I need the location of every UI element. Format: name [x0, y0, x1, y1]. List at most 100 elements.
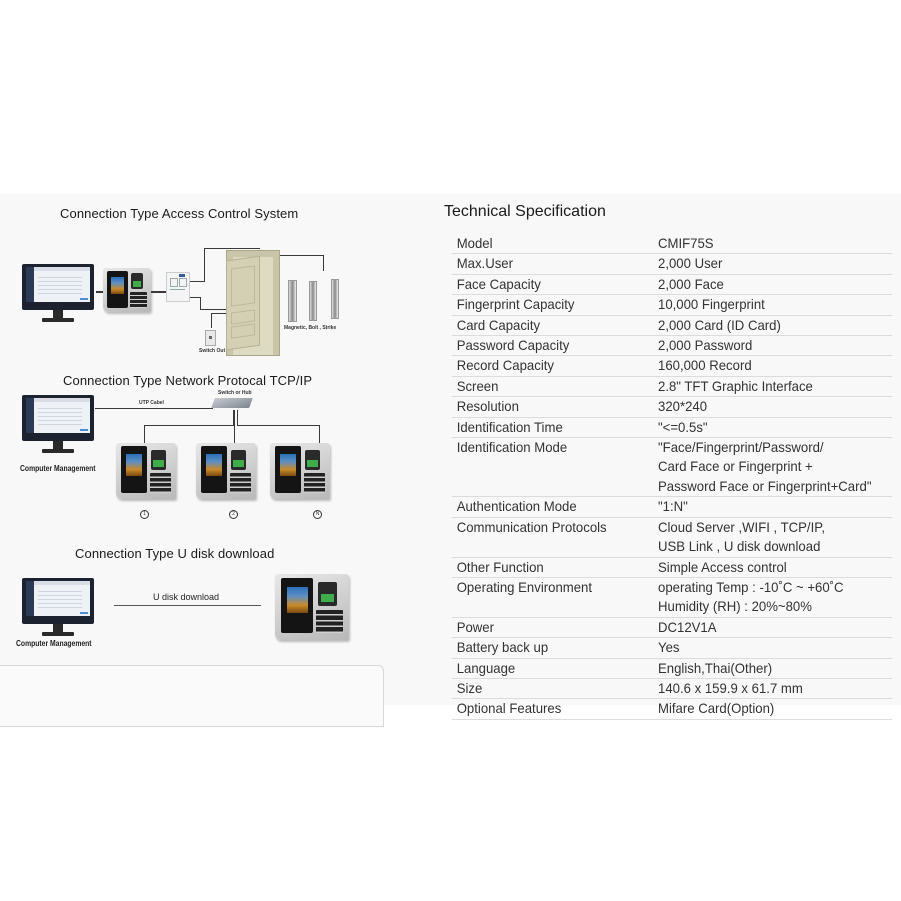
udisk-title: Connection Type U disk download — [75, 546, 275, 561]
spec-value: Yes — [658, 638, 878, 657]
spec-label: Power — [456, 618, 495, 635]
spec-label: Other Function — [456, 558, 544, 575]
terminal-device-icon — [275, 574, 349, 640]
computer-management-label: Computer Management — [20, 464, 96, 473]
spec-value-line: 160,000 Record — [658, 357, 752, 374]
wire — [278, 255, 323, 256]
spec-value: "<=0.5s" — [658, 418, 878, 437]
spec-row: Optional Features Mifare Card(Option) — [452, 699, 892, 720]
spec-label: Face Capacity — [456, 275, 541, 292]
spec-label: Battery back up — [456, 639, 549, 656]
magnetic-lock-icon — [288, 280, 297, 322]
spec-row: Identification Mode "Face/Fingerprint/Pas… — [452, 438, 892, 498]
spec-value: "1:N" — [658, 497, 878, 516]
terminal-device-icon — [196, 443, 256, 499]
spec-row: Power DC12V1A — [452, 618, 892, 639]
wire — [190, 297, 200, 298]
spec-label: Communication Protocols — [456, 518, 607, 535]
wire — [190, 281, 205, 282]
spec-row: Fingerprint Capacity 10,000 Fingerprint — [452, 295, 892, 316]
spec-value-line: "Face/Fingerprint/Password/ — [658, 439, 824, 456]
spec-row: Language English,Thai(Other) — [452, 659, 892, 679]
empty-panel — [0, 665, 384, 727]
spec-value: 140.6 x 159.9 x 61.7 mm — [658, 679, 878, 698]
terminal-device-icon — [103, 268, 151, 312]
strike-lock-icon — [331, 279, 339, 319]
spec-value-line: Password Face or Fingerprint+Card" — [658, 477, 872, 494]
spec-value: Mifare Card(Option) — [658, 699, 878, 718]
spec-value: DC12V1A — [658, 618, 878, 637]
spec-value-line: operating Temp : -10˚C ~ +60˚C — [658, 578, 844, 595]
spec-title: Technical Specification — [444, 203, 606, 220]
spec-value-line: Card Face or Fingerprint + — [658, 458, 813, 475]
udisk-link-label: U disk download — [153, 592, 220, 602]
spec-value-line: "<=0.5s" — [658, 418, 708, 435]
spec-label: Fingerprint Capacity — [456, 296, 575, 313]
spec-value-line: "1:N" — [658, 498, 688, 515]
spec-label: Operating Environment — [456, 578, 593, 595]
spec-label: Size — [456, 679, 483, 696]
spec-label: Resolution — [456, 398, 519, 415]
spec-value: 2,000 Password — [658, 336, 878, 355]
spec-row: Face Capacity 2,000 Face — [452, 275, 892, 296]
computer-monitor-icon — [22, 395, 94, 457]
access-control-title: Connection Type Access Control System — [60, 206, 299, 221]
spec-row: Other Function Simple Access control — [452, 558, 892, 578]
spec-value-line: 140.6 x 159.9 x 61.7 mm — [658, 679, 803, 696]
device-marker: 1 — [140, 510, 149, 519]
spec-value: English,Thai(Other) — [658, 659, 878, 678]
wire — [144, 425, 234, 426]
spec-value: Cloud Server ,WIFI , TCP/IP, USB Link , U… — [658, 518, 878, 557]
spec-value-line: 10,000 Fingerprint — [658, 296, 765, 313]
terminal-device-icon — [270, 443, 330, 499]
spec-row: Resolution 320*240 — [452, 397, 892, 418]
spec-value-line: USB Link , U disk download — [658, 538, 821, 555]
spec-value-line: 2,000 User — [658, 255, 723, 272]
spec-label: Model — [456, 235, 493, 251]
bolt-lock-icon — [309, 281, 317, 321]
utp-cable-label: UTP Cabel — [139, 400, 164, 406]
spec-label: Screen — [456, 377, 499, 394]
spec-value-line: Mifare Card(Option) — [658, 700, 775, 717]
exit-switch-icon — [205, 330, 216, 346]
wire — [151, 291, 166, 293]
spec-row: Operating Environment operating Temp : -1… — [452, 578, 892, 618]
udisk-link — [114, 605, 261, 606]
spec-value-line: 2.8" TFT Graphic Interface — [658, 377, 813, 394]
spec-value-line: 2,000 Face — [658, 275, 724, 292]
spec-value: "Face/Fingerprint/Password/Card Face or … — [658, 438, 878, 496]
wire — [237, 425, 320, 426]
spec-label: Password Capacity — [456, 337, 570, 354]
wire — [200, 297, 201, 309]
spec-value: 2.8" TFT Graphic Interface — [658, 377, 878, 396]
wire — [319, 425, 320, 443]
switch-out-label: Switch Out — [199, 348, 226, 354]
spec-value-line: Cloud Server ,WIFI , TCP/IP, — [658, 518, 825, 535]
spec-row: Authentication Mode "1:N" — [452, 497, 892, 518]
spec-value: operating Temp : -10˚C ~ +60˚C Humidity (… — [658, 578, 878, 617]
spec-value-line: Yes — [658, 639, 680, 656]
spec-label: Optional Features — [456, 700, 562, 717]
access-controller-icon — [166, 272, 190, 302]
spec-value-line: 320*240 — [658, 398, 708, 415]
spec-row: Identification Time "<=0.5s" — [452, 418, 892, 439]
lock-types-label: Magnetic, Bolt , Strike — [284, 325, 337, 331]
spec-label: Record Capacity — [456, 357, 554, 374]
spec-value-line: Simple Access control — [658, 558, 787, 575]
spec-label: Identification Mode — [456, 439, 568, 456]
spec-label: Max.User — [456, 255, 514, 272]
spec-value: 10,000 Fingerprint — [658, 295, 878, 314]
spec-row: Record Capacity 160,000 Record — [452, 356, 892, 377]
computer-monitor-icon — [22, 264, 94, 326]
terminal-device-icon — [116, 443, 176, 499]
wire — [323, 255, 324, 271]
spec-value-line: 2,000 Password — [658, 337, 753, 354]
spec-label: Card Capacity — [456, 316, 541, 333]
spec-value-line: 2,000 Card (ID Card) — [658, 316, 781, 333]
spec-value-line: DC12V1A — [658, 618, 717, 635]
spec-value: 2,000 Card (ID Card) — [658, 316, 878, 335]
utp-cable — [95, 408, 213, 409]
device-marker: N — [313, 510, 322, 519]
spec-value: 2,000 Face — [658, 275, 878, 294]
spec-label: Language — [456, 659, 516, 676]
